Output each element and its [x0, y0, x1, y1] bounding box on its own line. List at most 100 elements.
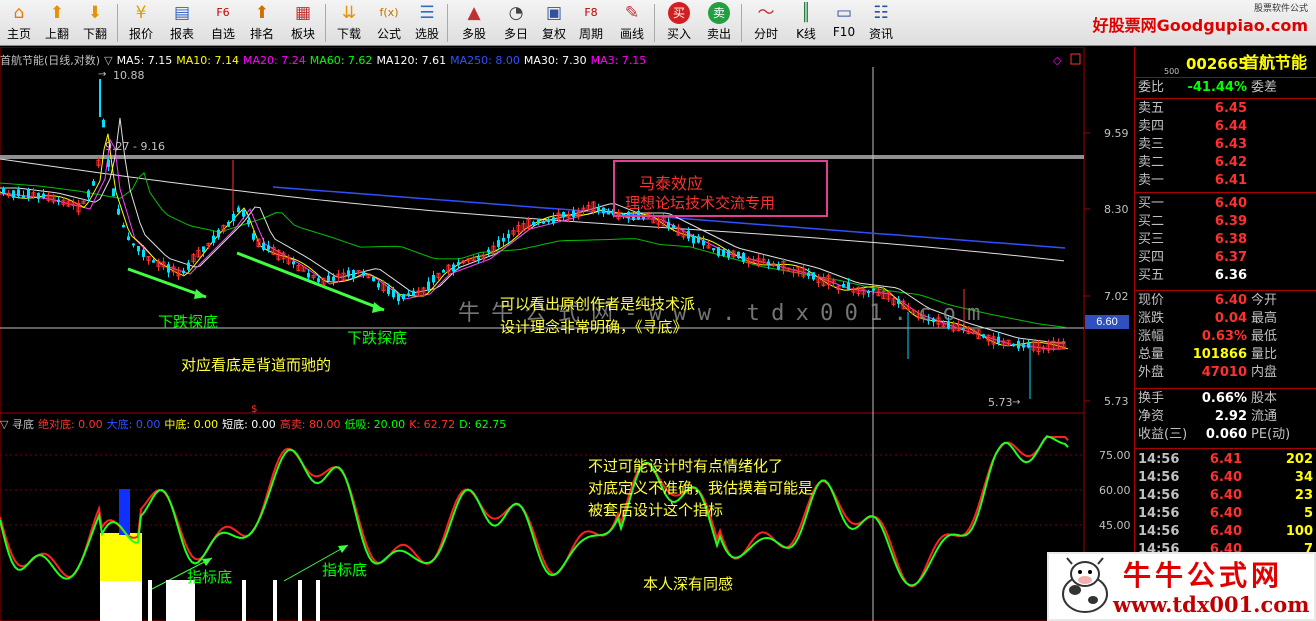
candle-body [217, 229, 220, 238]
toolbar-download-button[interactable]: ⇊ 下载 [330, 2, 368, 44]
indicator-panel-frame [0, 412, 1085, 621]
fundamental-row-label2: 流通 [1251, 409, 1278, 424]
toolbar-kline-button[interactable]: ║ K线 [787, 2, 825, 44]
candle-body [397, 293, 400, 302]
candle-body [327, 275, 330, 281]
toolbar-intraday-button[interactable]: 〜分时 [747, 2, 785, 44]
divider [1135, 448, 1316, 449]
candle-body [457, 262, 460, 266]
toolbar-f10-button[interactable]: ▭ F10 [825, 2, 863, 44]
toolbar-news-button[interactable]: ☷ 资讯 [862, 2, 900, 44]
ask-row: 卖三 6.43 [1135, 136, 1316, 154]
annotation-box: 马泰效应 理想论坛技术交流专用 [613, 160, 828, 217]
ad-url[interactable]: www.tdx001.com [1113, 592, 1310, 617]
toolbar-f8-button[interactable]: F8 周期 [572, 2, 610, 44]
toolbar-formula-button[interactable]: f(x) 公式 [370, 2, 408, 44]
divider [1135, 388, 1316, 389]
candle-body [602, 207, 605, 214]
current-price-tag: 6.60 [1085, 315, 1129, 329]
legend-item: 绝对底: 0.00 [37, 418, 103, 431]
panel-max-icon [1070, 53, 1081, 65]
ask-row: 卖二 6.42 [1135, 154, 1316, 172]
annot-desc-2: 设计理念非常明确，《寻底》 [500, 318, 688, 336]
ask-row-label: 卖三 [1138, 137, 1165, 152]
fall-arrow-2-head [372, 302, 384, 313]
candle-body [537, 219, 540, 223]
chart-area[interactable]: 9.59 8.30 7.02 5.73 75.00 60.00 45.00 10.88 → 9.2… [0, 47, 1134, 621]
toolbar-f6-button[interactable]: F6 自选 [204, 2, 242, 44]
arrow-up-icon: ⬆ [49, 3, 65, 23]
toolbar-label: 自选 [210, 27, 235, 41]
candle-body [242, 209, 245, 217]
candle-body [232, 213, 235, 222]
toolbar-home-button[interactable]: ⌂ 主页 [0, 2, 38, 44]
brand-logo[interactable]: 股票软件公式 好股票网Goodgupiao.com [1093, 4, 1308, 42]
divider [1135, 98, 1316, 99]
ask-row-value: 6.45 [1214, 101, 1247, 116]
toolbar-arrow-down-button[interactable]: ⬇ 下翻 [76, 2, 114, 44]
quote-row: 外盘 47010 内盘 [1135, 364, 1316, 382]
annot-agree: 本人深有同感 [643, 575, 734, 593]
candle-body [712, 248, 715, 251]
candle-body [867, 291, 870, 294]
fundamental-row-label: 净资 [1138, 409, 1165, 424]
fall-arrow-1 [127, 267, 207, 299]
tick-volume: 34 [1294, 470, 1313, 485]
ad-banner[interactable]: 牛牛公式网 www.tdx001.com [1047, 552, 1316, 621]
tick-time: 14:56 [1138, 470, 1180, 485]
main-legend: 首航节能(日线,对数) ▽ MA5: 7.15 MA10: 7.14 MA20: 7.2… [0, 52, 650, 67]
bid-row-value: 6.39 [1214, 214, 1247, 229]
toolbar-clock-button[interactable]: ◔ 多日 [497, 2, 535, 44]
candle-body [432, 274, 435, 283]
toolbar-sector-button[interactable]: ▦ 板块 [284, 2, 322, 44]
short-bottom-bar [148, 580, 152, 621]
candle-body [307, 273, 310, 278]
candle-body [2, 187, 5, 194]
toolbar-sell-button[interactable]: 卖卖出 [700, 2, 738, 44]
candle-body [267, 245, 270, 250]
candle-body [502, 237, 505, 242]
toolbar-report-button[interactable]: ▤ 报表 [163, 2, 201, 44]
toolbar-rank-button[interactable]: ⬆ 排名 [243, 2, 281, 44]
tick-time: 14:56 [1138, 488, 1180, 503]
toolbar-yen-button[interactable]: ¥ 报价 [122, 2, 160, 44]
candle-body [807, 272, 810, 277]
legend-item: MA5: 7.15 [116, 54, 173, 67]
buy-icon: 买 [668, 2, 690, 24]
toolbar-label: 周期 [578, 27, 603, 41]
toolbar-label: 多股 [461, 27, 486, 41]
candle-body [777, 264, 780, 270]
candle-body [1012, 343, 1015, 347]
toolbar-draw-line-button[interactable]: ✎ 画线 [613, 2, 651, 44]
toolbar-buy-button[interactable]: 买买入 [660, 2, 698, 44]
quote-row-label: 总量 [1138, 347, 1165, 362]
toolbar-label: 板块 [290, 27, 315, 41]
legend-item: K: 62.72 [409, 418, 456, 431]
candle-body [372, 276, 375, 282]
candle-body [847, 282, 850, 290]
ma120-line [0, 158, 1065, 262]
d-line [0, 435, 1069, 587]
candle-body [27, 189, 30, 199]
quote-row-label: 现价 [1138, 293, 1165, 308]
tick-price: 6.40 [1209, 506, 1242, 521]
wei-bi-row: 委比 -41.44% 委差 [1135, 79, 1316, 97]
toolbar-multi-stock-button[interactable]: ▲ 多股 [455, 2, 493, 44]
toolbar-arrow-up-button[interactable]: ⬆ 上翻 [38, 2, 76, 44]
toolbar-label: 主页 [6, 27, 31, 41]
quote-row-label2: 最低 [1251, 329, 1278, 344]
candle-body [407, 293, 410, 296]
candle-body [152, 260, 155, 263]
ad-title: 牛牛公式网 [1123, 559, 1284, 592]
multi-stock-icon: ▲ [467, 3, 481, 23]
stock-name: 首航节能 [1243, 53, 1308, 72]
legend-item: MA20: 7.24 [243, 54, 306, 67]
fundamental-row-label2: 股本 [1251, 391, 1278, 406]
candle-body [182, 270, 185, 274]
toolbar: ⌂ 主页 ⬆ 上翻 ⬇ 下翻 ¥ 报价 ▤ 报表 F6 自选 ⬆ 排名 ▦ 板块 ⇊ 下载 f(x) 公式 ☰ 选股 ▲ 多股… [0, 0, 1316, 46]
toolbar-stock-pick-button[interactable]: ☰ 选股 [408, 2, 446, 44]
toolbar-adjust-button[interactable]: ▣ 复权 [535, 2, 573, 44]
ask-row-value: 6.42 [1214, 155, 1247, 170]
tick-row: 14:56 6.40 23 [1135, 487, 1316, 505]
quote-row-label2: 量比 [1251, 347, 1278, 362]
